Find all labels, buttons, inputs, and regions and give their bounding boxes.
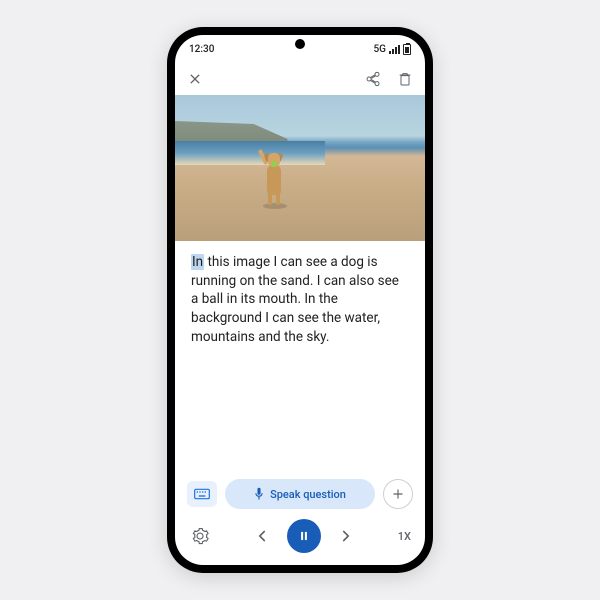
plus-icon bbox=[391, 487, 405, 501]
next-button[interactable] bbox=[335, 525, 357, 547]
image-water bbox=[175, 141, 325, 165]
previous-button[interactable] bbox=[251, 525, 273, 547]
battery-icon bbox=[403, 44, 411, 55]
camera-notch bbox=[295, 39, 305, 49]
chevron-left-icon bbox=[253, 527, 271, 545]
speak-question-button[interactable]: Speak question bbox=[225, 479, 375, 509]
gear-icon bbox=[191, 527, 209, 545]
trash-icon bbox=[397, 71, 413, 87]
image-dog bbox=[259, 147, 289, 209]
status-right: 5G bbox=[374, 44, 412, 55]
share-icon bbox=[365, 71, 381, 87]
close-icon bbox=[187, 71, 203, 87]
close-button[interactable] bbox=[185, 69, 205, 89]
playback-controls: 1X bbox=[175, 515, 425, 565]
pause-icon bbox=[297, 529, 311, 543]
clock: 12:30 bbox=[189, 44, 214, 55]
screen: 12:30 5G bbox=[175, 35, 425, 565]
image-preview bbox=[175, 95, 425, 241]
phone-frame: 12:30 5G bbox=[167, 27, 433, 573]
signal-icon bbox=[389, 45, 400, 54]
speed-button[interactable]: 1X bbox=[398, 530, 411, 543]
chevron-right-icon bbox=[337, 527, 355, 545]
mic-icon bbox=[254, 487, 264, 501]
keyboard-icon bbox=[194, 488, 210, 500]
keyboard-button[interactable] bbox=[187, 481, 217, 507]
delete-button[interactable] bbox=[395, 69, 415, 89]
add-button[interactable] bbox=[383, 479, 413, 509]
network-label: 5G bbox=[374, 44, 387, 55]
description-text: In this image I can see a dog is running… bbox=[175, 241, 425, 473]
input-row: Speak question bbox=[175, 473, 425, 515]
app-bar bbox=[175, 63, 425, 95]
share-button[interactable] bbox=[363, 69, 383, 89]
settings-button[interactable] bbox=[189, 525, 211, 547]
tts-highlight: In bbox=[191, 254, 204, 270]
pause-button[interactable] bbox=[287, 519, 321, 553]
speak-label: Speak question bbox=[270, 488, 346, 501]
description-rest: this image I can see a dog is running on… bbox=[191, 254, 399, 345]
